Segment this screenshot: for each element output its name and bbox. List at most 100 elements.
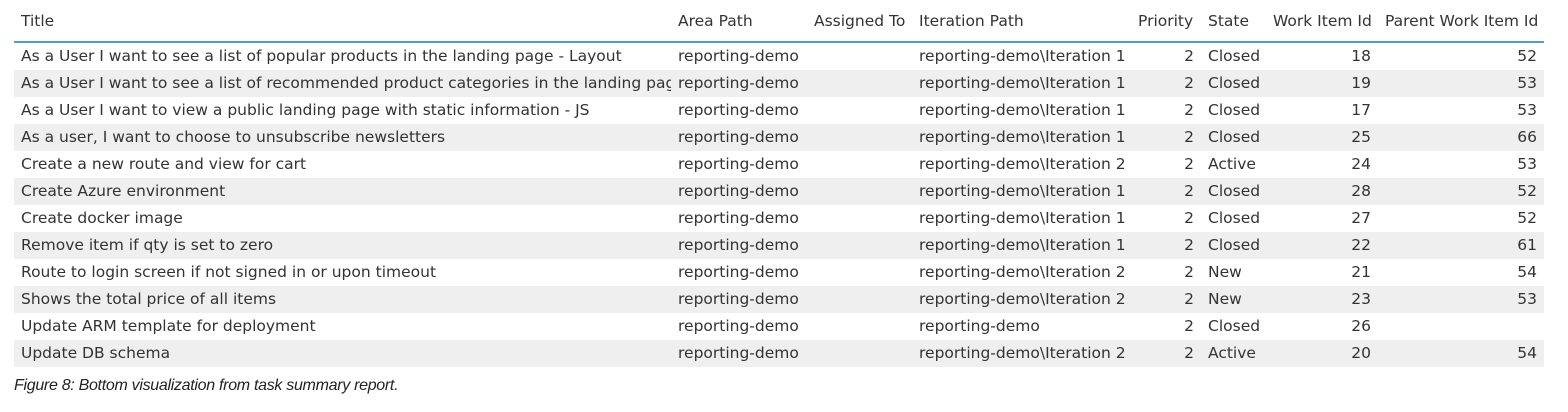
cell-assigned-to — [807, 97, 912, 124]
cell-work-item-id: 21 — [1266, 259, 1378, 286]
cell-area-path: reporting-demo — [671, 313, 807, 340]
cell-work-item-id: 26 — [1266, 313, 1378, 340]
table-row[interactable]: As a user, I want to choose to unsubscri… — [14, 124, 1544, 151]
table-row[interactable]: Create Azure environment reporting-demo re… — [14, 178, 1544, 205]
cell-state: New — [1201, 286, 1266, 313]
cell-title: Create Azure environment — [14, 178, 671, 205]
cell-parent-work-item-id: 53 — [1378, 70, 1544, 97]
cell-state: Active — [1201, 340, 1266, 367]
table-row[interactable]: As a User I want to see a list of popula… — [14, 42, 1544, 70]
cell-area-path: reporting-demo — [671, 97, 807, 124]
cell-state: Closed — [1201, 313, 1266, 340]
work-items-table: Title Area Path Assigned To Iteration Pa… — [14, 0, 1544, 367]
cell-assigned-to — [807, 286, 912, 313]
cell-iteration-path: reporting-demo\Iteration 1 — [912, 70, 1131, 97]
cell-parent-work-item-id: 52 — [1378, 42, 1544, 70]
cell-assigned-to — [807, 70, 912, 97]
cell-title: As a User I want to see a list of recomm… — [14, 70, 671, 97]
cell-iteration-path: reporting-demo — [912, 313, 1131, 340]
cell-work-item-id: 25 — [1266, 124, 1378, 151]
table-row[interactable]: Update DB schema reporting-demo reporting-… — [14, 340, 1544, 367]
cell-title: Update DB schema — [14, 340, 671, 367]
cell-area-path: reporting-demo — [671, 340, 807, 367]
cell-work-item-id: 27 — [1266, 205, 1378, 232]
cell-work-item-id: 18 — [1266, 42, 1378, 70]
cell-state: Closed — [1201, 178, 1266, 205]
cell-work-item-id: 19 — [1266, 70, 1378, 97]
cell-assigned-to — [807, 42, 912, 70]
cell-state: Closed — [1201, 97, 1266, 124]
cell-priority: 2 — [1131, 286, 1201, 313]
cell-area-path: reporting-demo — [671, 259, 807, 286]
cell-iteration-path: reporting-demo\Iteration 1 — [912, 178, 1131, 205]
table-row[interactable]: As a User I want to view a public landin… — [14, 97, 1544, 124]
cell-parent-work-item-id: 53 — [1378, 151, 1544, 178]
column-header-work-item-id[interactable]: Work Item Id — [1266, 0, 1378, 43]
cell-state: New — [1201, 259, 1266, 286]
cell-assigned-to — [807, 151, 912, 178]
cell-priority: 2 — [1131, 313, 1201, 340]
column-header-parent-work-item-id[interactable]: Parent Work Item Id — [1378, 0, 1544, 43]
column-header-area-path[interactable]: Area Path — [671, 0, 807, 43]
cell-title: Remove item if qty is set to zero — [14, 232, 671, 259]
column-header-priority[interactable]: Priority — [1131, 0, 1201, 43]
column-header-title[interactable]: Title — [14, 0, 671, 43]
cell-priority: 2 — [1131, 42, 1201, 70]
cell-work-item-id: 28 — [1266, 178, 1378, 205]
cell-iteration-path: reporting-demo\Iteration 2 — [912, 340, 1131, 367]
cell-state: Closed — [1201, 124, 1266, 151]
cell-assigned-to — [807, 124, 912, 151]
table-row[interactable]: As a User I want to see a list of recomm… — [14, 70, 1544, 97]
cell-title: As a User I want to view a public landin… — [14, 97, 671, 124]
cell-title: Create docker image — [14, 205, 671, 232]
cell-priority: 2 — [1131, 70, 1201, 97]
cell-area-path: reporting-demo — [671, 205, 807, 232]
cell-work-item-id: 23 — [1266, 286, 1378, 313]
cell-iteration-path: reporting-demo\Iteration 1 — [912, 232, 1131, 259]
table-row[interactable]: Create a new route and view for cart repo… — [14, 151, 1544, 178]
cell-priority: 2 — [1131, 259, 1201, 286]
table-row[interactable]: Shows the total price of all items report… — [14, 286, 1544, 313]
cell-title: Shows the total price of all items — [14, 286, 671, 313]
cell-state: Closed — [1201, 232, 1266, 259]
cell-priority: 2 — [1131, 124, 1201, 151]
cell-parent-work-item-id: 53 — [1378, 286, 1544, 313]
cell-assigned-to — [807, 232, 912, 259]
cell-iteration-path: reporting-demo\Iteration 1 — [912, 124, 1131, 151]
cell-priority: 2 — [1131, 97, 1201, 124]
table-row[interactable]: Create docker image reporting-demo reporti… — [14, 205, 1544, 232]
cell-title: As a user, I want to choose to unsubscri… — [14, 124, 671, 151]
column-header-assigned-to[interactable]: Assigned To — [807, 0, 912, 43]
cell-assigned-to — [807, 340, 912, 367]
cell-title: Update ARM template for deployment — [14, 313, 671, 340]
figure-caption: Figure 8: Bottom visualization from task… — [14, 377, 399, 394]
cell-state: Closed — [1201, 205, 1266, 232]
cell-state: Active — [1201, 151, 1266, 178]
cell-iteration-path: reporting-demo\Iteration 1 — [912, 205, 1131, 232]
cell-assigned-to — [807, 178, 912, 205]
cell-area-path: reporting-demo — [671, 70, 807, 97]
table-row[interactable]: Remove item if qty is set to zero reporti… — [14, 232, 1544, 259]
cell-priority: 2 — [1131, 178, 1201, 205]
cell-work-item-id: 17 — [1266, 97, 1378, 124]
cell-iteration-path: reporting-demo\Iteration 2 — [912, 151, 1131, 178]
table-row[interactable]: Update ARM template for deployment report… — [14, 313, 1544, 340]
cell-assigned-to — [807, 313, 912, 340]
cell-priority: 2 — [1131, 232, 1201, 259]
cell-iteration-path: reporting-demo\Iteration 1 — [912, 42, 1131, 70]
cell-assigned-to — [807, 205, 912, 232]
column-header-iteration-path[interactable]: Iteration Path — [912, 0, 1131, 43]
table-header-row: Title Area Path Assigned To Iteration Pa… — [14, 0, 1544, 43]
cell-area-path: reporting-demo — [671, 124, 807, 151]
cell-parent-work-item-id: 52 — [1378, 178, 1544, 205]
cell-state: Closed — [1201, 70, 1266, 97]
cell-iteration-path: reporting-demo\Iteration 2 — [912, 259, 1131, 286]
cell-parent-work-item-id: 66 — [1378, 124, 1544, 151]
cell-work-item-id: 20 — [1266, 340, 1378, 367]
column-header-state[interactable]: State — [1201, 0, 1266, 43]
cell-state: Closed — [1201, 42, 1266, 70]
cell-parent-work-item-id — [1378, 313, 1544, 340]
cell-priority: 2 — [1131, 205, 1201, 232]
cell-assigned-to — [807, 259, 912, 286]
table-row[interactable]: Route to login screen if not signed in o… — [14, 259, 1544, 286]
